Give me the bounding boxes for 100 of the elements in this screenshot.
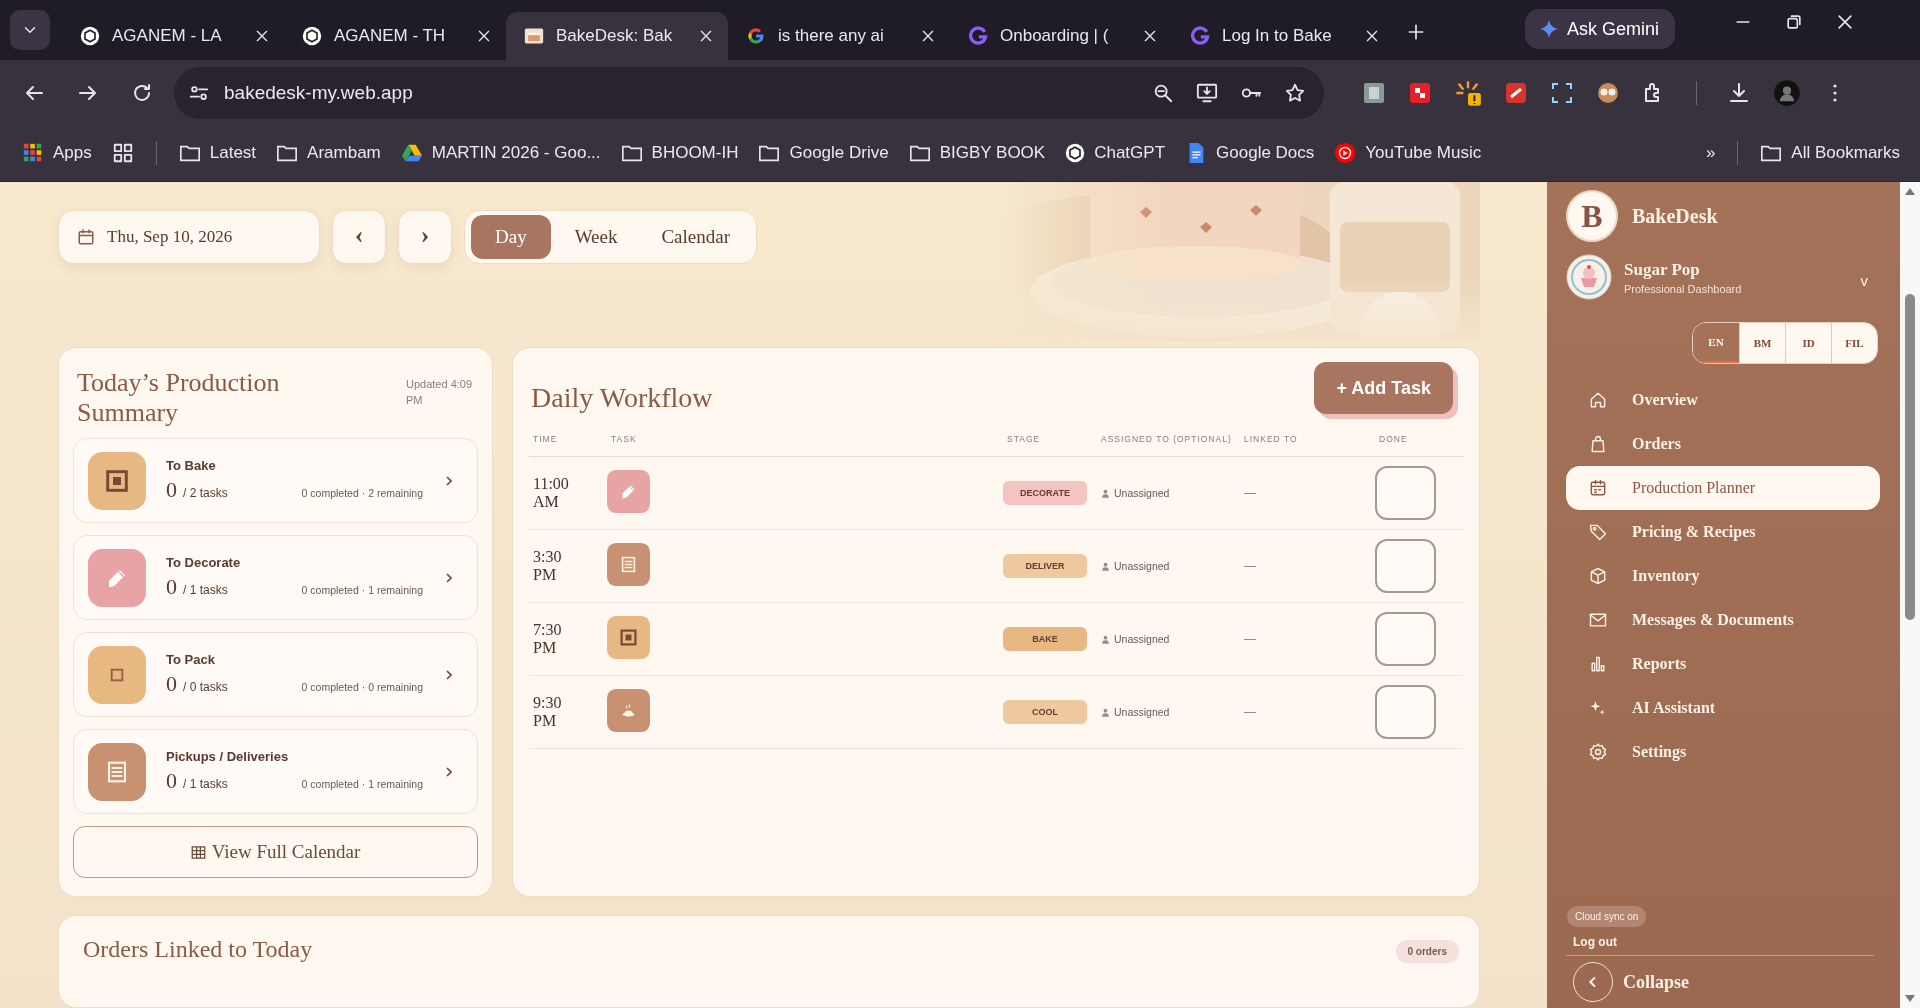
view-tab[interactable]: Day — [471, 215, 551, 259]
address-bar[interactable]: bakedesk-my.web.app — [174, 66, 1324, 119]
nav-item[interactable]: AI Assistant — [1566, 686, 1880, 730]
grid-icon — [190, 844, 206, 860]
bookmark[interactable]: BHOOM-IH — [614, 138, 745, 168]
nav-item[interactable]: Inventory — [1566, 554, 1880, 598]
view-tab[interactable]: Week — [554, 215, 638, 259]
category-row[interactable]: To Bake 0 / 2 tasks 0 completed · 2 remaining — [73, 438, 478, 523]
collapse-label[interactable]: Collapse — [1623, 971, 1689, 993]
done-checkbox[interactable] — [1375, 539, 1436, 593]
extension-icon[interactable] — [1504, 80, 1528, 105]
category-row[interactable]: To Decorate 0 / 1 tasks 0 completed · 1 remaining — [73, 535, 478, 620]
date-picker[interactable]: Thu, Sep 10, 2026 — [58, 210, 320, 264]
close-icon[interactable] — [1835, 12, 1855, 32]
close-icon — [1142, 28, 1158, 44]
bookmark[interactable]: Apps — [16, 138, 98, 168]
column-header: ASSIGNED TO (OPTIONAL) — [1100, 434, 1233, 444]
avatar-icon[interactable] — [1773, 78, 1801, 107]
task-total: / 1 tasks — [183, 777, 229, 791]
chevron-right-icon — [443, 474, 455, 487]
shop-logo-icon — [1566, 254, 1612, 300]
star-icon[interactable] — [1284, 81, 1306, 104]
browser-tab[interactable]: Onboarding | ( — [950, 12, 1172, 60]
nav-item[interactable]: Orders — [1566, 422, 1880, 466]
apps-icon — [22, 142, 44, 164]
done-checkbox[interactable] — [1375, 612, 1436, 666]
browser-tab[interactable]: AGANEM - TH — [284, 12, 506, 60]
bookmark[interactable]: YouTube Music — [1328, 138, 1488, 168]
next-day-button[interactable]: › — [398, 210, 452, 264]
person-icon — [1101, 561, 1110, 571]
task-count: 0 — [166, 477, 177, 503]
bookmark[interactable]: Arambam — [270, 138, 387, 168]
close-icon — [254, 28, 270, 44]
stage-tag: DELIVER — [1003, 554, 1087, 578]
extension-icon[interactable] — [1596, 80, 1620, 105]
restore-icon[interactable] — [1784, 12, 1804, 32]
calendar-icon — [1588, 478, 1608, 498]
sync-status: Cloud sync on — [1567, 906, 1647, 927]
category-row[interactable]: To Pack 0 / 0 tasks 0 completed · 0 remaining — [73, 632, 478, 717]
linked-text: — — [1243, 486, 1257, 500]
nav-item[interactable]: Pricing & Recipes — [1566, 510, 1880, 554]
view-calendar-button[interactable]: View Full Calendar — [73, 826, 478, 878]
extension-icon[interactable] — [1454, 78, 1482, 107]
ask-gemini-button[interactable]: Ask Gemini — [1525, 9, 1676, 49]
updated-time: Updated 4:09 PM — [406, 377, 474, 408]
bookmark[interactable]: Google Drive — [752, 138, 895, 168]
knot-icon — [1065, 143, 1086, 163]
language-option[interactable]: FIL — [1831, 323, 1877, 363]
tab-groups-icon[interactable] — [111, 142, 134, 164]
bookmark[interactable]: ChatGPT — [1059, 139, 1172, 167]
card-title: Today’s Production Summary — [77, 368, 281, 428]
knot-icon — [302, 26, 322, 46]
scroll-down-icon[interactable] — [1904, 992, 1916, 1004]
scroll-up-icon[interactable] — [1904, 186, 1916, 198]
bookmark[interactable]: BIGBY BOOK — [902, 138, 1052, 168]
language-option[interactable]: ID — [1785, 323, 1831, 363]
category-row[interactable]: Pickups / Deliveries 0 / 1 tasks 0 completed · 1 remaining — [73, 729, 478, 814]
task-time: 3:30 PM — [532, 548, 563, 584]
logout-link[interactable]: Log out — [1573, 935, 1617, 949]
install-icon[interactable] — [1196, 81, 1218, 104]
chevron-right-icon — [443, 765, 455, 778]
nav-item[interactable]: Messages & Documents — [1566, 598, 1880, 642]
browser-tab[interactable]: AGANEM - LA — [62, 12, 284, 60]
bookmarks-overflow[interactable]: » — [1699, 139, 1722, 167]
done-checkbox[interactable] — [1375, 685, 1436, 739]
extension-icon[interactable] — [1550, 80, 1574, 105]
progress-text: 0 completed · 2 remaining — [301, 487, 423, 499]
done-checkbox[interactable] — [1375, 466, 1436, 520]
download-icon[interactable] — [1727, 80, 1751, 105]
bookmark[interactable]: Google Docs — [1179, 138, 1321, 168]
calendar-icon — [77, 228, 95, 246]
previous-day-button[interactable]: ‹ — [332, 210, 386, 264]
bag-icon — [1588, 434, 1608, 454]
bookmark[interactable]: MARTIN 2026 - Goo... — [394, 138, 607, 168]
bar-chart-icon — [1588, 654, 1608, 674]
plus-icon[interactable] — [1406, 22, 1426, 42]
nav-item[interactable]: Overview — [1566, 378, 1880, 422]
scrollbar-thumb[interactable] — [1905, 294, 1915, 620]
bookmark[interactable]: Latest — [172, 138, 263, 168]
bookmark[interactable]: All Bookmarks — [1754, 138, 1906, 168]
extension-icon[interactable] — [1362, 80, 1386, 105]
extension-icon[interactable] — [1408, 80, 1432, 105]
view-tab[interactable]: Calendar — [641, 215, 750, 259]
framed-square-icon — [88, 451, 146, 510]
profile-dropdown[interactable]: v — [1860, 271, 1868, 289]
nav-item[interactable]: Production Planner — [1566, 466, 1880, 510]
language-option[interactable]: BM — [1739, 323, 1785, 363]
brand-logo: B — [1566, 190, 1618, 242]
stage-tag: COOL — [1003, 700, 1087, 724]
language-option[interactable]: EN — [1693, 323, 1739, 363]
browser-tab[interactable]: BakeDesk: Bak — [506, 12, 728, 60]
sparkle-icon — [1539, 19, 1559, 39]
person-icon — [1101, 707, 1110, 717]
dish-icon — [607, 688, 650, 732]
close-icon — [1364, 28, 1380, 44]
nav-item[interactable]: Settings — [1566, 730, 1880, 774]
nav-item[interactable]: Reports — [1566, 642, 1880, 686]
browser-tab[interactable]: is there any ai — [728, 12, 950, 60]
browser-tab[interactable]: Log In to Bake — [1172, 12, 1394, 60]
task-count: 0 — [166, 768, 177, 794]
